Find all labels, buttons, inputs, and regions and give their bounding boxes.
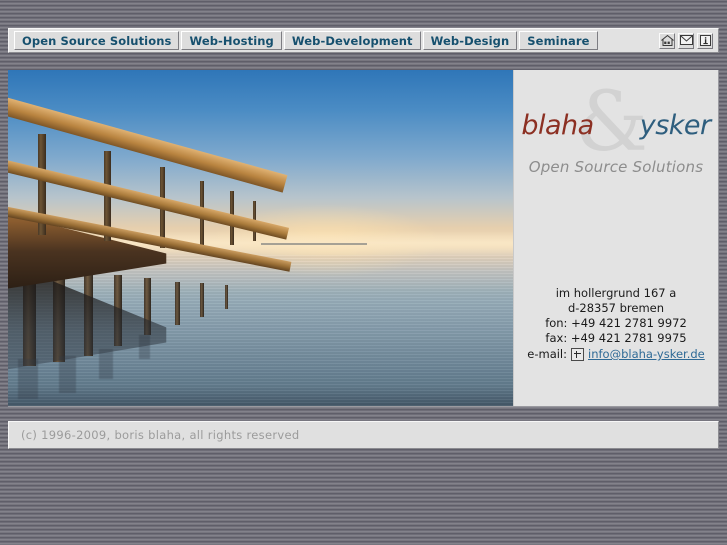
pier-piling	[199, 283, 204, 317]
brand-info-panel: & blaha ysker Open Source Solutions im h…	[513, 70, 718, 406]
nav-web-development[interactable]: Web-Development	[283, 31, 421, 50]
nav-seminare[interactable]: Seminare	[519, 31, 598, 50]
main-content-panel: & blaha ysker Open Source Solutions im h…	[8, 70, 719, 407]
company-logo: & blaha ysker Open Source Solutions	[514, 82, 718, 177]
contact-email-label: e-mail:	[527, 347, 568, 361]
logo-wordmark: & blaha ysker	[514, 82, 718, 164]
contact-email-row: e-mail: info@blaha-ysker.de	[514, 347, 718, 362]
logo-word-ysker: ysker	[639, 109, 711, 141]
pier-piling	[174, 281, 180, 326]
contact-city: d-28357 bremen	[567, 301, 665, 315]
plus-box-icon	[571, 348, 585, 361]
top-navigation-bar: Open Source Solutions Web-Hosting Web-De…	[8, 28, 719, 53]
hero-pier-photo	[8, 70, 513, 406]
pier-reflection	[58, 355, 76, 393]
nav-icon-group	[659, 32, 718, 49]
footer-bar: (c) 1996-2009, boris blaha, all rights r…	[8, 421, 719, 449]
distant-pier	[260, 243, 367, 246]
nav-web-hosting[interactable]: Web-Hosting	[181, 31, 282, 50]
logo-word-blaha: blaha	[521, 109, 594, 141]
home-icon[interactable]	[659, 32, 675, 49]
contact-email-link[interactable]: info@blaha-ysker.de	[588, 347, 705, 362]
nav-open-source-solutions[interactable]: Open Source Solutions	[14, 31, 180, 50]
info-icon[interactable]	[697, 32, 713, 49]
contact-block: im hollergrund 167 a d-28357 bremen fon:…	[514, 286, 718, 362]
nav-web-design[interactable]: Web-Design	[422, 31, 518, 50]
copyright-text: (c) 1996-2009, boris blaha, all rights r…	[21, 428, 300, 442]
pier-piling	[225, 285, 229, 309]
nav-item-list: Open Source Solutions Web-Hosting Web-De…	[9, 29, 600, 52]
contact-phone: fon: +49 421 2781 9972	[545, 316, 687, 330]
contact-street: im hollergrund 167 a	[555, 286, 677, 300]
contact-fax: fax: +49 421 2781 9975	[545, 331, 687, 345]
mail-icon[interactable]	[678, 32, 694, 49]
